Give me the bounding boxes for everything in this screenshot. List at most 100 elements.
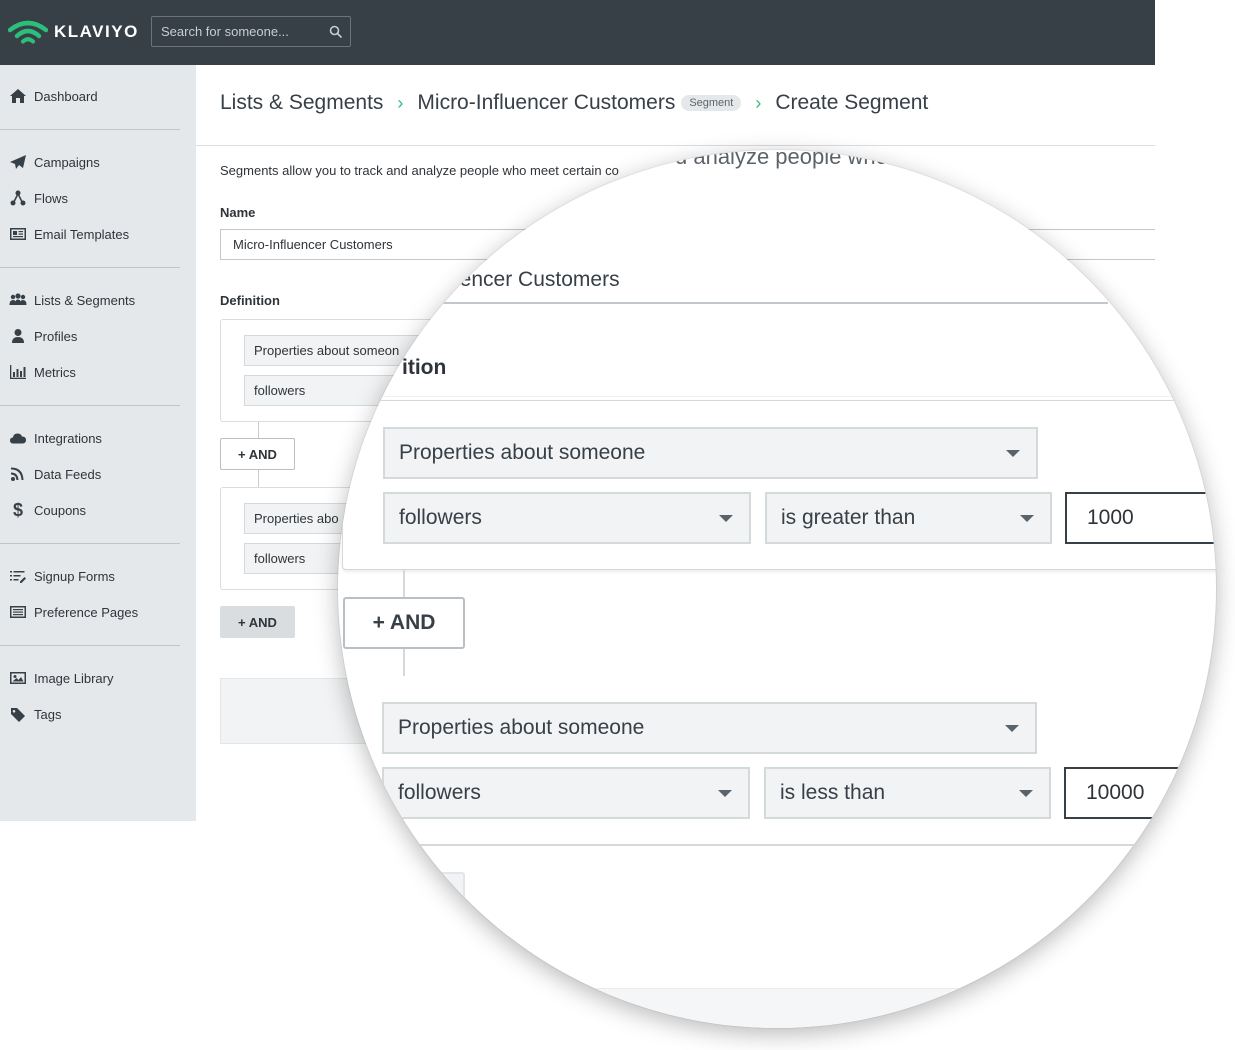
newspaper-icon (10, 228, 26, 240)
sidebar-item-coupons[interactable]: $ Coupons (0, 492, 180, 528)
magnifier-lens: d analyze people who m uencer Customers … (338, 150, 1216, 1028)
property-select[interactable]: followers (383, 492, 751, 544)
magnified-divider (338, 396, 1216, 397)
and-connector (403, 570, 405, 598)
nav-group-assets: Image Library Tags (0, 646, 180, 747)
select-value: Properties about someone (399, 441, 646, 464)
sidebar-item-label: Profiles (34, 328, 78, 344)
klaviyo-logo[interactable]: KLAVIYO (8, 18, 139, 46)
select-value: followers (399, 506, 482, 529)
bar-chart-icon (10, 365, 26, 379)
sidebar-item-lists-segments[interactable]: Lists & Segments (0, 282, 180, 318)
sidebar-item-label: Coupons (34, 502, 87, 518)
sidebar-item-campaigns[interactable]: Campaigns (0, 144, 180, 180)
user-icon (12, 329, 24, 343)
add-and-button[interactable]: + AND (220, 438, 295, 470)
sidebar-item-preference-pages[interactable]: Preference Pages (0, 594, 180, 630)
tag-icon (11, 708, 25, 722)
nav-group-marketing: Campaigns Flows Email Templates (0, 130, 180, 268)
select-value: Properties about someone (398, 716, 645, 739)
flow-icon (10, 190, 26, 206)
sidebar-item-metrics[interactable]: Metrics (0, 354, 180, 390)
select-value: followers (398, 781, 481, 804)
top-bar: KLAVIYO (0, 0, 1155, 65)
chevron-right-icon: › (397, 92, 404, 113)
sidebar-item-label: Tags (34, 706, 62, 722)
caret-down-icon (718, 790, 732, 797)
segment-description: Segments allow you to track and analyze … (220, 163, 619, 178)
condition-type-select[interactable]: Properties about someone (383, 427, 1038, 479)
name-label: Name (220, 205, 256, 220)
home-icon (10, 89, 26, 103)
search-icon[interactable] (329, 25, 342, 38)
sidebar: Dashboard Campaigns Flows Email Template… (0, 65, 196, 821)
sidebar-item-label: Dashboard (34, 88, 98, 104)
add-and-button-2[interactable]: + AND (220, 606, 295, 638)
magnified-condition-card-1: Properties about someone followers is gr… (342, 400, 1216, 570)
select-value: is greater than (781, 506, 916, 529)
sidebar-item-label: Data Feeds (34, 466, 102, 482)
magnified-definition-label: ition (402, 356, 447, 379)
value-input[interactable]: 10000 (1064, 767, 1216, 819)
and-connector (258, 470, 259, 487)
chevron-right-icon: › (755, 92, 762, 113)
caret-down-icon (719, 515, 733, 522)
caret-down-icon (1005, 725, 1019, 732)
sidebar-item-label: Integrations (34, 430, 102, 446)
list-edit-icon (10, 571, 26, 583)
wifi-logo-icon (8, 20, 48, 44)
sidebar-item-signup-forms[interactable]: Signup Forms (0, 558, 180, 594)
segment-badge: Segment (681, 95, 742, 111)
caret-down-icon (1019, 790, 1033, 797)
magnified-description: d analyze people who m (675, 150, 913, 169)
breadcrumb-lists-segments[interactable]: Lists & Segments (220, 91, 383, 115)
sidebar-item-label: Email Templates (34, 226, 130, 242)
value-input[interactable]: 1000 (1065, 492, 1216, 544)
sidebar-item-image-library[interactable]: Image Library (0, 660, 180, 696)
header-divider (196, 145, 1155, 146)
operator-select[interactable]: is greater than (765, 492, 1052, 544)
cloud-icon (10, 433, 26, 444)
magnified-condition-card-2: Properties about someone followers is le… (338, 676, 1216, 846)
and-connector (403, 649, 405, 676)
page-title: Create Segment (775, 91, 929, 114)
property-select[interactable]: followers (382, 767, 750, 819)
sidebar-item-integrations[interactable]: Integrations (0, 420, 180, 456)
sidebar-item-dashboard[interactable]: Dashboard (0, 78, 180, 114)
image-icon (10, 672, 26, 684)
caret-down-icon (1006, 450, 1020, 457)
definition-label: Definition (220, 293, 280, 308)
sidebar-item-label: Flows (34, 190, 68, 206)
logo-text: KLAVIYO (54, 22, 139, 41)
sidebar-item-flows[interactable]: Flows (0, 180, 180, 216)
sidebar-item-profiles[interactable]: Profiles (0, 318, 180, 354)
caret-down-icon (1020, 515, 1034, 522)
operator-select[interactable]: is less than (764, 767, 1051, 819)
sidebar-item-email-templates[interactable]: Email Templates (0, 216, 180, 252)
sidebar-item-data-feeds[interactable]: Data Feeds (0, 456, 180, 492)
dollar-icon: $ (12, 499, 23, 520)
sidebar-item-label: Preference Pages (34, 604, 139, 620)
breadcrumb: Lists & Segments › Micro-Influencer Cust… (220, 91, 928, 115)
add-and-button[interactable]: + AND (343, 597, 465, 649)
nav-group-home: Dashboard (0, 65, 180, 130)
condition-type-select[interactable]: Properties about someone (382, 702, 1037, 754)
users-icon (9, 293, 27, 305)
search-box[interactable] (151, 16, 351, 47)
and-connector (258, 422, 259, 438)
nav-group-data: Integrations Data Feeds $ Coupons (0, 406, 180, 544)
select-value: is less than (780, 781, 886, 804)
list-alt-icon (10, 606, 26, 618)
sidebar-item-tags[interactable]: Tags (0, 696, 180, 732)
sidebar-item-label: Campaigns (34, 154, 100, 170)
search-input[interactable] (152, 17, 350, 46)
nav-group-audience: Lists & Segments Profiles Metrics (0, 268, 180, 406)
sidebar-item-label: Lists & Segments (34, 292, 136, 308)
breadcrumb-segment[interactable]: Micro-Influencer Customers (417, 91, 675, 115)
add-and-button-ghost[interactable] (343, 872, 465, 924)
magnified-add-or-area (338, 988, 1216, 1028)
sidebar-item-label: Image Library (34, 670, 114, 686)
paper-plane-icon (10, 155, 26, 169)
sidebar-item-label: Signup Forms (34, 568, 115, 584)
nav-group-forms: Signup Forms Preference Pages (0, 544, 180, 646)
